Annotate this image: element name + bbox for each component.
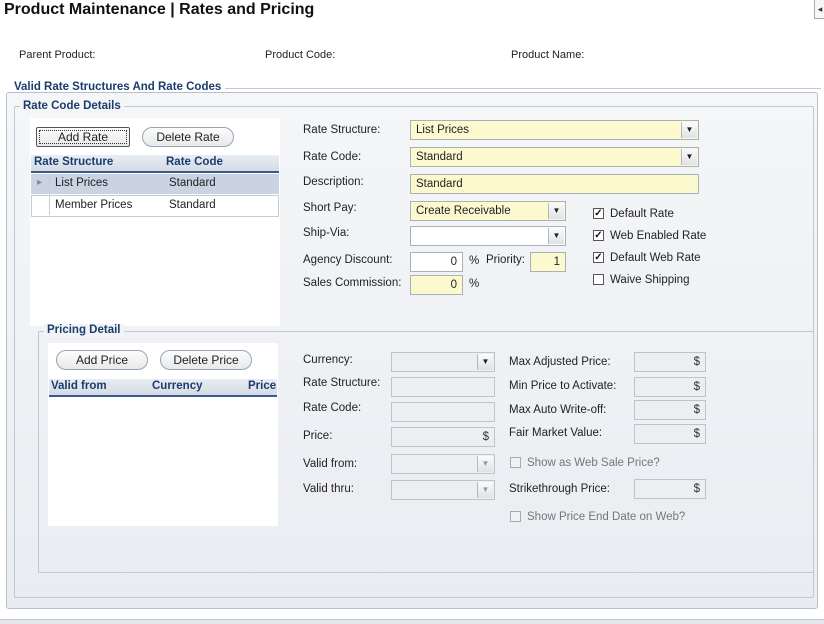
web-enabled-rate-checkbox[interactable]: ✓ bbox=[593, 230, 604, 241]
rate-structure-label: Rate Structure: bbox=[303, 124, 381, 136]
max-writeoff-currency-symbol: $ bbox=[693, 404, 700, 416]
pricing-rate-code-input[interactable] bbox=[391, 402, 495, 422]
rate-structure-select[interactable]: List Prices ▼ bbox=[410, 120, 699, 140]
short-pay-label: Short Pay: bbox=[303, 202, 357, 214]
currency-select[interactable]: ▼ bbox=[391, 352, 495, 372]
default-rate-label: Default Rate bbox=[610, 208, 674, 220]
collapse-panel-icon[interactable]: ◂ bbox=[814, 0, 824, 19]
parent-product-label: Parent Product: bbox=[19, 49, 96, 61]
ship-via-select[interactable]: ▼ bbox=[410, 226, 566, 246]
rate-structure-cell: Member Prices bbox=[55, 199, 133, 211]
agency-discount-unit: % bbox=[469, 255, 480, 267]
valid-thru-label: Valid thru: bbox=[303, 483, 354, 495]
chevron-down-icon[interactable]: ▼ bbox=[681, 149, 697, 165]
web-enabled-rate-label: Web Enabled Rate bbox=[610, 230, 707, 242]
rate-code-cell: Standard bbox=[169, 199, 216, 211]
min-price-to-activate-label: Min Price to Activate: bbox=[509, 380, 617, 392]
price-column-header[interactable]: Price bbox=[248, 380, 276, 392]
rate-code-cell: Standard bbox=[169, 177, 216, 189]
default-web-rate-label: Default Web Rate bbox=[610, 252, 701, 264]
price-currency-symbol: $ bbox=[482, 431, 489, 443]
waive-shipping-label: Waive Shipping bbox=[610, 274, 690, 286]
rate-grid-row[interactable]: Member Prices Standard bbox=[31, 195, 279, 217]
chevron-down-icon[interactable]: ▼ bbox=[477, 456, 493, 472]
show-price-end-date-checkbox[interactable] bbox=[510, 511, 521, 522]
valid-from-picker[interactable]: ▼ bbox=[391, 454, 495, 474]
add-price-button[interactable]: Add Price bbox=[56, 350, 148, 370]
strikethrough-price-label: Strikethrough Price: bbox=[509, 483, 610, 495]
delete-price-button[interactable]: Delete Price bbox=[160, 350, 252, 370]
agency-discount-input[interactable]: 0 bbox=[410, 252, 463, 272]
rate-code-label: Rate Code: bbox=[303, 151, 362, 163]
page-title: Product Maintenance | Rates and Pricing bbox=[4, 1, 315, 18]
description-input[interactable]: Standard bbox=[410, 174, 699, 194]
price-grid-header: Valid from Currency Price bbox=[49, 379, 277, 397]
agency-discount-label: Agency Discount: bbox=[303, 254, 393, 266]
rate-grid-header: Rate Structure Rate Code bbox=[31, 155, 279, 173]
pricing-rate-structure-input[interactable] bbox=[391, 377, 495, 397]
show-price-end-date-label: Show Price End Date on Web? bbox=[527, 511, 686, 523]
fair-market-currency-symbol: $ bbox=[693, 428, 700, 440]
price-label: Price: bbox=[303, 430, 333, 442]
section-divider bbox=[225, 88, 821, 89]
description-label: Description: bbox=[303, 176, 364, 188]
short-pay-select[interactable]: Create Receivable ▼ bbox=[410, 201, 566, 221]
max-adjusted-currency-symbol: $ bbox=[693, 356, 700, 368]
valid-from-label: Valid from: bbox=[303, 458, 358, 470]
chevron-down-icon[interactable]: ▼ bbox=[548, 228, 564, 244]
pricing-rate-structure-label: Rate Structure: bbox=[303, 377, 381, 389]
price-input[interactable]: $ bbox=[391, 427, 495, 447]
sales-commission-label: Sales Commission: bbox=[303, 277, 402, 289]
priority-input[interactable]: 1 bbox=[530, 252, 566, 272]
currency-column-header[interactable]: Currency bbox=[152, 380, 203, 392]
fair-market-value-input[interactable]: $ bbox=[634, 424, 706, 444]
rate-code-select[interactable]: Standard ▼ bbox=[410, 147, 699, 167]
max-adjusted-price-label: Max Adjusted Price: bbox=[509, 356, 611, 368]
show-web-sale-price-checkbox[interactable] bbox=[510, 457, 521, 468]
price-list-area bbox=[48, 343, 278, 526]
chevron-down-icon[interactable]: ▼ bbox=[681, 122, 697, 138]
rate-grid-row[interactable]: ▸ List Prices Standard bbox=[31, 174, 279, 194]
min-activate-currency-symbol: $ bbox=[693, 381, 700, 393]
sales-commission-unit: % bbox=[469, 278, 480, 290]
default-web-rate-checkbox[interactable]: ✓ bbox=[593, 252, 604, 263]
rate-structure-cell: List Prices bbox=[55, 177, 109, 189]
rate-code-column-header[interactable]: Rate Code bbox=[166, 156, 223, 168]
max-auto-writeoff-label: Max Auto Write-off: bbox=[509, 404, 607, 416]
valid-thru-picker[interactable]: ▼ bbox=[391, 480, 495, 500]
strikethrough-price-input[interactable]: $ bbox=[634, 479, 706, 499]
delete-rate-button[interactable]: Delete Rate bbox=[142, 127, 234, 147]
default-rate-checkbox[interactable]: ✓ bbox=[593, 208, 604, 219]
currency-label: Currency: bbox=[303, 354, 353, 366]
product-name-label: Product Name: bbox=[511, 49, 585, 61]
chevron-down-icon[interactable]: ▼ bbox=[477, 354, 493, 370]
max-adjusted-price-input[interactable]: $ bbox=[634, 352, 706, 372]
add-rate-button[interactable]: Add Rate bbox=[36, 127, 130, 147]
max-auto-writeoff-input[interactable]: $ bbox=[634, 400, 706, 420]
ship-via-label: Ship-Via: bbox=[303, 227, 350, 239]
rate-structure-column-header[interactable]: Rate Structure bbox=[34, 156, 113, 168]
priority-label: Priority: bbox=[486, 254, 525, 266]
valid-from-column-header[interactable]: Valid from bbox=[51, 380, 107, 392]
fair-market-value-label: Fair Market Value: bbox=[509, 427, 603, 439]
chevron-down-icon[interactable]: ▼ bbox=[477, 482, 493, 498]
row-pointer-icon: ▸ bbox=[37, 177, 43, 188]
min-price-to-activate-input[interactable]: $ bbox=[634, 377, 706, 397]
chevron-down-icon[interactable]: ▼ bbox=[548, 203, 564, 219]
waive-shipping-checkbox[interactable] bbox=[593, 274, 604, 285]
product-code-label: Product Code: bbox=[265, 49, 336, 61]
rate-code-details-title: Rate Code Details bbox=[20, 100, 124, 112]
horizontal-scrollbar[interactable] bbox=[0, 619, 824, 624]
rate-list-area bbox=[30, 118, 280, 326]
pricing-rate-code-label: Rate Code: bbox=[303, 402, 362, 414]
pricing-detail-title: Pricing Detail bbox=[44, 324, 124, 336]
sales-commission-input[interactable]: 0 bbox=[410, 275, 463, 295]
show-web-sale-price-label: Show as Web Sale Price? bbox=[527, 457, 660, 469]
strikethrough-currency-symbol: $ bbox=[693, 483, 700, 495]
row-header-divider bbox=[49, 175, 50, 215]
